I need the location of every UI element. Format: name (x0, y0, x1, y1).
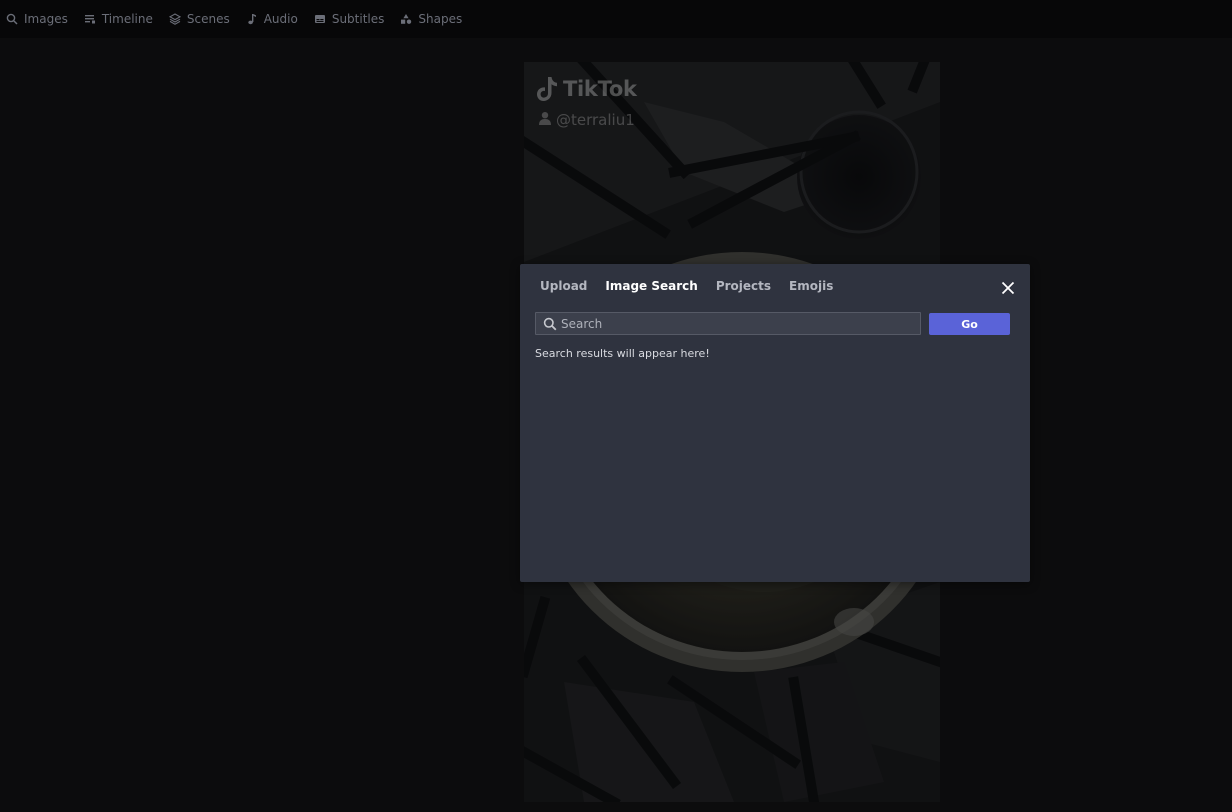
music-note-icon (246, 13, 258, 25)
tiktok-logo-icon (536, 76, 558, 102)
search-icon (543, 317, 557, 331)
tab-emojis[interactable]: Emojis (789, 278, 833, 294)
nav-timeline[interactable]: Timeline (84, 0, 153, 38)
image-search-box (535, 312, 921, 335)
modal-tabs: Upload Image Search Projects Emojis (540, 278, 851, 294)
nav-subtitles[interactable]: Subtitles (314, 0, 385, 38)
tiktok-brand-text: TikTok (563, 77, 637, 101)
search-icon (6, 13, 18, 25)
timeline-icon (84, 13, 96, 25)
nav-timeline-label: Timeline (101, 12, 153, 26)
nav-shapes-label: Shapes (418, 12, 463, 26)
user-icon (538, 112, 552, 127)
tiktok-username-text: @terraliu1 (556, 111, 635, 129)
nav-shapes[interactable]: Shapes (400, 0, 462, 38)
tiktok-watermark: TikTok (536, 76, 637, 102)
nav-audio[interactable]: Audio (246, 0, 298, 38)
image-search-input[interactable] (561, 316, 901, 331)
nav-scenes[interactable]: Scenes (168, 0, 230, 38)
tab-image-search[interactable]: Image Search (605, 278, 697, 294)
top-toolbar: Images Timeline Scenes Audio Subtitles S… (0, 0, 1232, 38)
close-icon (1001, 281, 1015, 295)
layers-icon (168, 13, 181, 25)
nav-images[interactable]: Images (6, 0, 68, 38)
tab-projects[interactable]: Projects (716, 278, 771, 294)
subtitles-icon (314, 13, 326, 25)
shapes-icon (400, 13, 412, 25)
nav-scenes-label: Scenes (186, 12, 230, 26)
close-modal-button[interactable] (1000, 280, 1016, 296)
nav-images-label: Images (24, 12, 68, 26)
image-picker-modal: Upload Image Search Projects Emojis Go S… (520, 264, 1030, 582)
search-results-placeholder: Search results will appear here! (535, 347, 710, 360)
go-button[interactable]: Go (929, 313, 1010, 335)
tiktok-username-watermark: @terraliu1 (538, 111, 635, 129)
tab-upload[interactable]: Upload (540, 278, 587, 294)
nav-audio-label: Audio (263, 12, 298, 26)
nav-subtitles-label: Subtitles (331, 12, 385, 26)
